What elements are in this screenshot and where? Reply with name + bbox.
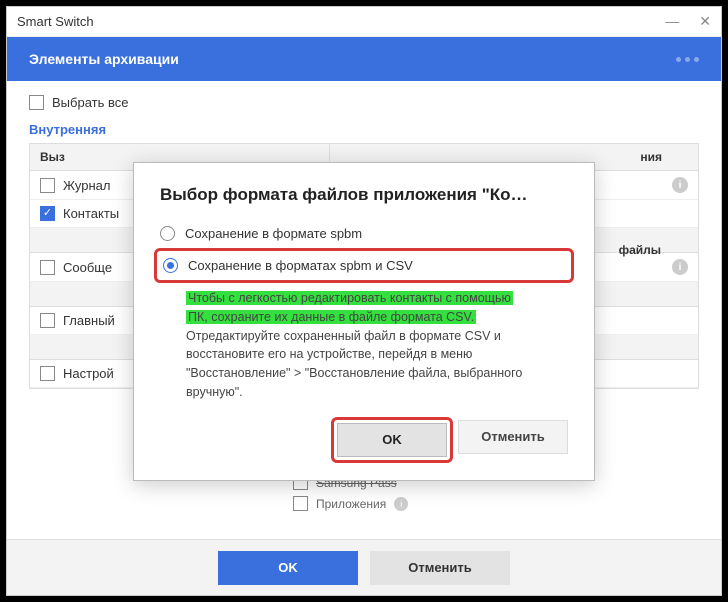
ok-button[interactable]: OK (218, 551, 358, 585)
radio-label: Сохранение в формате spbm (185, 226, 362, 241)
info-icon[interactable]: i (394, 497, 408, 511)
cancel-button[interactable]: Отменить (370, 551, 510, 585)
item-checkbox[interactable] (40, 260, 55, 275)
dialog-cancel-button[interactable]: Отменить (458, 420, 568, 454)
file-format-dialog: Выбор формата файлов приложения "Ко… Сох… (133, 162, 595, 481)
header-bar: Элементы архивации (7, 37, 721, 81)
select-all-label: Выбрать все (52, 95, 128, 110)
item-checkbox[interactable] (40, 366, 55, 381)
header-title: Элементы архивации (29, 51, 179, 67)
select-all-checkbox[interactable] (29, 95, 44, 110)
dialog-button-bar: OK Отменить (160, 420, 568, 460)
radio-option-spbm[interactable]: Сохранение в формате spbm (160, 223, 568, 244)
radio-icon[interactable] (163, 258, 178, 273)
info-icon[interactable]: i (672, 259, 688, 275)
window-title: Smart Switch (17, 14, 94, 29)
radio-option-spbm-csv[interactable]: Сохранение в форматах spbm и CSV (163, 255, 565, 276)
dialog-title: Выбор формата файлов приложения "Ко… (160, 185, 568, 205)
dialog-ok-button[interactable]: OK (337, 423, 447, 457)
minimize-icon[interactable]: — (665, 13, 679, 30)
apps-partial-rows: Samsung Pass Приложенияi (293, 475, 408, 517)
info-icon[interactable]: i (672, 177, 688, 193)
item-checkbox[interactable] (40, 313, 55, 328)
item-checkbox[interactable] (40, 206, 55, 221)
section-label: Внутренняя (29, 122, 699, 137)
item-checkbox[interactable] (40, 178, 55, 193)
radio-label: Сохранение в форматах spbm и CSV (188, 258, 413, 273)
radio-icon[interactable] (160, 226, 175, 241)
files-header-text: файлы (619, 243, 661, 257)
titlebar: Smart Switch — ✕ (7, 7, 721, 37)
option-description: Чтобы с легкостью редактировать контакты… (186, 289, 568, 402)
bottom-button-bar: OK Отменить (7, 539, 721, 595)
select-all-row[interactable]: Выбрать все (29, 95, 699, 110)
main-window: Smart Switch — ✕ Элементы архивации Выбр… (6, 6, 722, 596)
close-icon[interactable]: ✕ (699, 13, 711, 30)
menu-dots-icon[interactable] (676, 57, 699, 62)
item-checkbox[interactable] (293, 496, 308, 511)
